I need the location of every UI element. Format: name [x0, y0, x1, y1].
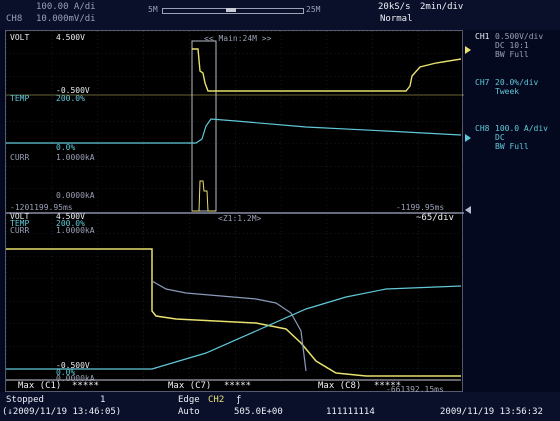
acq-count: 1: [100, 395, 106, 405]
ch8-scale: 10.000mV/di: [36, 14, 96, 24]
upper-time-left: -1201199.95ms: [10, 203, 73, 212]
status-bar: Stopped 1 (↓2009/11/19 13:46:05) Edge CH…: [0, 392, 560, 421]
trigger-channel[interactable]: CH2: [208, 395, 224, 405]
scope-screen: VOLT 4.500V -0.500V TEMP 200.0% 0.0% CUR…: [5, 30, 464, 394]
start-time: (↓2009/11/19 13:46:05): [2, 407, 122, 417]
upper-time-right: -1199.95ms: [396, 203, 445, 212]
channel-bits: 111111114: [326, 407, 375, 417]
record-thumb[interactable]: [226, 8, 236, 12]
sample-rate: 20kS/s: [378, 2, 411, 12]
header-bar: 100.00 A/di CH8 10.000mV/di 5M 25M 20kS/…: [0, 0, 560, 30]
upper-curr-top: 1.0000kA: [56, 153, 95, 162]
record-length-bar[interactable]: 5M 25M: [148, 5, 321, 15]
measure-3-label[interactable]: Max (C8): [318, 381, 361, 391]
measure-2-label[interactable]: Max (C7): [168, 381, 211, 391]
upper-temp-bottom: 0.0%: [56, 143, 76, 152]
ch8-marker-icon[interactable]: [465, 134, 471, 142]
upper-volt-top: 4.500V: [56, 33, 85, 42]
measure-1-label[interactable]: Max (C1): [18, 381, 61, 391]
measure-1-value: *****: [72, 381, 100, 391]
trigger-type[interactable]: Edge: [178, 395, 200, 405]
ch8-coupling: DC: [495, 133, 505, 142]
zoom-pos-marker-icon[interactable]: [465, 206, 471, 214]
clock: 2009/11/19 13:56:32: [440, 407, 543, 417]
acq-status: Stopped: [6, 395, 44, 405]
ch8-id[interactable]: CH8: [475, 124, 489, 133]
ch1-bw: BW Full: [495, 50, 529, 59]
ch7-scale: 20.0%/div: [495, 78, 539, 87]
ch1-marker-icon[interactable]: [465, 46, 471, 54]
lower-grid: [6, 215, 464, 385]
trigger-slope-icon[interactable]: ƒ: [236, 395, 241, 405]
trigger-level: 505.0E+00: [234, 407, 283, 417]
ch1-id[interactable]: CH1: [475, 32, 489, 41]
measure-3-value: *****: [374, 381, 402, 391]
time-div: 2min/div: [420, 2, 464, 12]
record-left-label: 5M: [148, 5, 158, 14]
ch7-coupling: Tweek: [495, 87, 520, 96]
upper-curr-bottom: 0.0000kA: [56, 191, 95, 200]
lower-curr-label: CURR: [10, 226, 30, 235]
ch8-label: CH8: [6, 14, 23, 24]
ch-a-scale: 100.00 A/di: [36, 2, 96, 12]
upper-temp-top: 200.0%: [56, 94, 85, 103]
upper-zoom-label: << Main:24M >>: [204, 34, 272, 43]
channel-panel: CH1 0.500V/div DC 10:1 BW Full CH7 20.0%…: [465, 30, 560, 392]
acq-mode[interactable]: Auto: [178, 407, 200, 417]
measure-2-value: *****: [224, 381, 252, 391]
ch1-coupling: DC 10:1: [495, 41, 529, 50]
ch7-id[interactable]: CH7: [475, 78, 489, 87]
upper-volt-label: VOLT: [10, 33, 30, 42]
ch8-bw: BW Full: [495, 142, 529, 151]
trigger-mode: Normal: [380, 14, 413, 24]
lower-zoom-div: ~65/div: [416, 213, 454, 223]
ch1-scale: 0.500V/div: [495, 32, 544, 41]
lower-curr-top: 1.0000kA: [56, 226, 95, 235]
upper-curr-label: CURR: [10, 153, 30, 162]
upper-temp-label: TEMP: [10, 94, 30, 103]
record-right-label: 25M: [306, 5, 321, 14]
lower-zoom-label: <Z1:1.2M>: [218, 214, 262, 223]
ch8-scale: 100.0 A/div: [495, 124, 548, 133]
